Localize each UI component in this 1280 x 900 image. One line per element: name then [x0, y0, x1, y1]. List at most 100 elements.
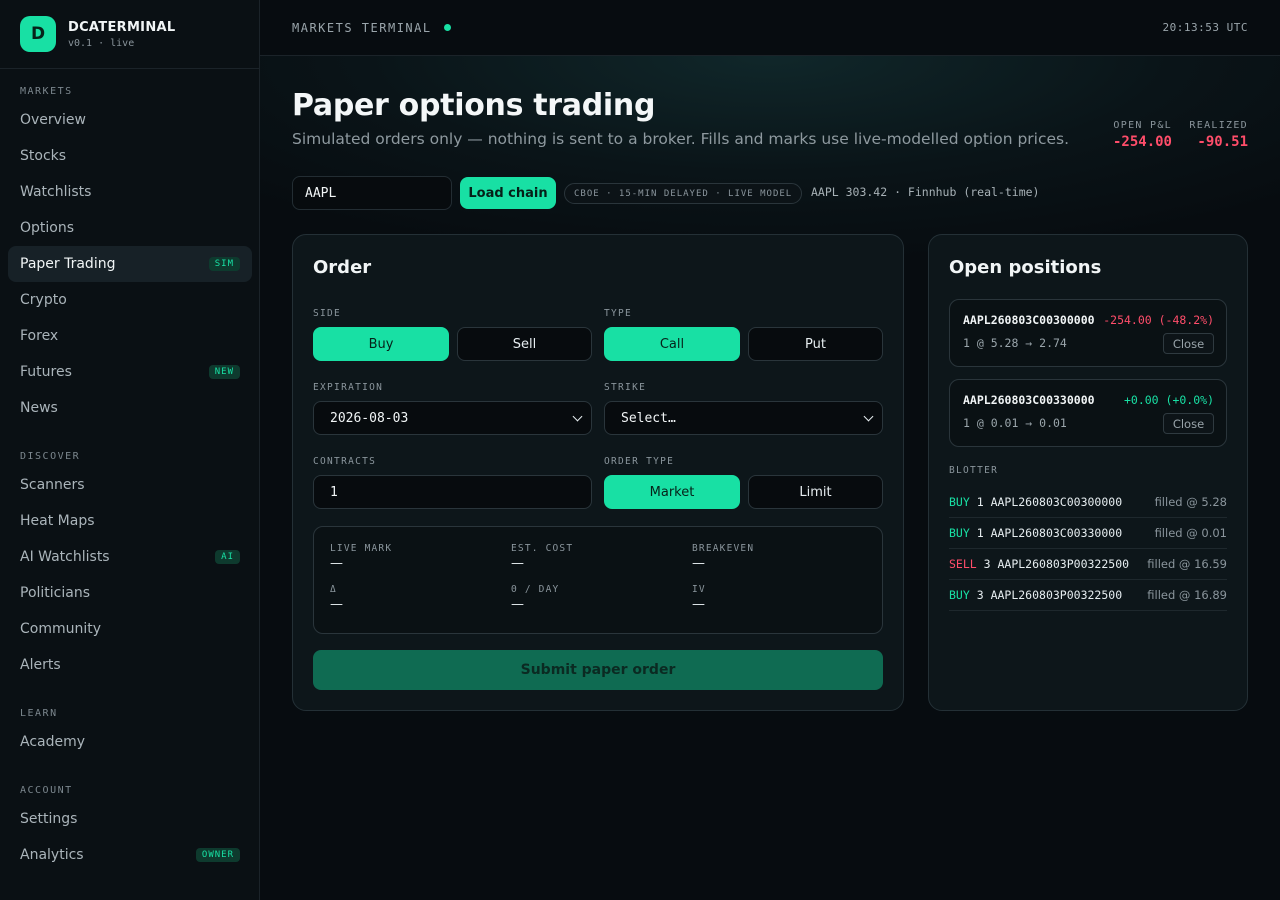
sidebar-item-forex[interactable]: Forex: [8, 318, 252, 354]
new-badge: NEW: [208, 365, 240, 379]
order-panel: Order SIDE Buy Sell TYPE Call Put EXPIRA…: [292, 234, 904, 711]
side-sell-button[interactable]: Sell: [457, 327, 592, 361]
position-symbol: AAPL260803C00330000: [963, 393, 1095, 407]
order-stats: LIVE MARK — EST. COST — BREAKEVEN — Δ — …: [313, 526, 883, 634]
sidebar-item-alerts[interactable]: Alerts: [8, 647, 252, 683]
position-fill: 1 @ 5.28 → 2.74: [963, 336, 1067, 350]
stat-est-cost: EST. COST —: [511, 543, 574, 571]
expiration-value: 2026-08-03: [330, 410, 409, 426]
sidebar-item-watchlists[interactable]: Watchlists: [8, 174, 252, 210]
type-label: TYPE: [604, 308, 633, 319]
blotter-row: BUY 1 AAPL260803C00330000 filled @ 0.01: [949, 518, 1227, 549]
blotter-side: BUY: [949, 495, 970, 509]
underlying-quote: AAPL 303.42 · Finnhub (real-time): [811, 185, 1040, 199]
nav-label: LEARN: [20, 708, 58, 719]
blotter-row: BUY 1 AAPL260803C00300000 filled @ 5.28: [949, 487, 1227, 518]
side-buy-button[interactable]: Buy: [313, 327, 449, 361]
blotter-fill: filled @ 0.01: [1154, 526, 1227, 540]
clock: 20:13:53 UTC: [1162, 21, 1248, 34]
brand-name: DCATERMINAL: [68, 19, 176, 35]
nav-section-discover: DISCOVER Scanners Heat Maps AI Watchlist…: [0, 447, 260, 683]
position-pnl: -254.00 (-48.2%): [1103, 313, 1214, 327]
position-card: AAPL260803C00330000 +0.00 (+0.0%) 1 @ 0.…: [949, 379, 1227, 447]
live-indicator-icon: [443, 24, 451, 31]
contracts-input[interactable]: 1: [313, 475, 592, 509]
open-pnl-value: -254.00: [1112, 134, 1172, 150]
sidebar-item-paper-trading[interactable]: Paper Trading SIM: [8, 246, 252, 282]
sidebar-item-overview[interactable]: Overview: [8, 102, 252, 138]
sidebar-item-politicians[interactable]: Politicians: [8, 575, 252, 611]
blotter-row: SELL 3 AAPL260803P00322500 filled @ 16.5…: [949, 549, 1227, 580]
order-type-label: ORDER TYPE: [604, 456, 675, 467]
sidebar-item-news[interactable]: News: [8, 390, 252, 426]
blotter-text: 3 AAPL260803P00322500: [983, 557, 1130, 571]
sidebar-item-scanners[interactable]: Scanners: [8, 467, 252, 503]
nav-label: MARKETS: [20, 86, 73, 97]
sidebar-item-options[interactable]: Options: [8, 210, 252, 246]
topbar-title: MARKETS TERMINAL: [292, 20, 432, 35]
strike-value: Select…: [621, 410, 676, 426]
realized-pnl: REALIZED -90.51: [1189, 120, 1248, 150]
positions-title: Open positions: [949, 257, 1102, 278]
sidebar-item-settings[interactable]: Settings: [8, 801, 252, 837]
sidebar-item-heat-maps[interactable]: Heat Maps: [8, 503, 252, 539]
sidebar-item-analytics[interactable]: Analytics OWNER: [8, 837, 252, 873]
logo: D: [20, 16, 56, 52]
positions-panel: Open positions AAPL260803C00300000 -254.…: [928, 234, 1248, 711]
blotter-fill: filled @ 16.59: [1147, 557, 1227, 571]
expiration-label: EXPIRATION: [313, 382, 384, 393]
blotter-side: BUY: [949, 588, 970, 602]
ai-badge: AI: [215, 550, 240, 564]
blotter-side: SELL: [949, 557, 977, 571]
nav-label: ACCOUNT: [20, 785, 73, 796]
nav-section-markets: MARKETS Overview Stocks Watchlists Optio…: [0, 82, 260, 426]
blotter-fill: filled @ 5.28: [1154, 495, 1227, 509]
blotter-side: BUY: [949, 526, 970, 540]
sidebar: D DCATERMINAL v0.1 · live MARKETS Overvi…: [0, 0, 260, 900]
nav-section-learn: LEARN Academy: [0, 704, 260, 760]
type-put-button[interactable]: Put: [748, 327, 883, 361]
order-type-market-button[interactable]: Market: [604, 475, 740, 509]
sidebar-item-academy[interactable]: Academy: [8, 724, 252, 760]
strike-select[interactable]: Select…: [604, 401, 883, 435]
close-position-button[interactable]: Close: [1163, 413, 1214, 434]
strike-label: STRIKE: [604, 382, 647, 393]
brand-version: v0.1 · live: [68, 37, 135, 49]
page-title: Paper options trading: [292, 88, 656, 123]
open-pnl: OPEN P&L -254.00: [1113, 120, 1172, 150]
order-type-limit-button[interactable]: Limit: [748, 475, 883, 509]
feed-status-badge: CBOE · 15-MIN DELAYED · LIVE MODEL: [564, 183, 803, 204]
blotter-label: BLOTTER: [949, 465, 999, 476]
brand[interactable]: D DCATERMINAL v0.1 · live: [0, 0, 259, 69]
blotter-row: BUY 3 AAPL260803P00322500 filled @ 16.89: [949, 580, 1227, 611]
nav-label: DISCOVER: [20, 451, 81, 462]
position-card: AAPL260803C00300000 -254.00 (-48.2%) 1 @…: [949, 299, 1227, 367]
type-call-button[interactable]: Call: [604, 327, 740, 361]
ticker-input[interactable]: [292, 176, 452, 210]
sidebar-item-stocks[interactable]: Stocks: [8, 138, 252, 174]
sidebar-item-futures[interactable]: Futures NEW: [8, 354, 252, 390]
open-pnl-label: OPEN P&L: [1113, 120, 1172, 131]
expiration-select[interactable]: 2026-08-03: [313, 401, 592, 435]
blotter-text: 3 AAPL260803P00322500: [976, 588, 1123, 602]
stat-theta: Θ / DAY —: [511, 584, 560, 612]
position-symbol: AAPL260803C00300000: [963, 313, 1095, 327]
sidebar-item-community[interactable]: Community: [8, 611, 252, 647]
load-chain-button[interactable]: Load chain: [460, 177, 556, 209]
stat-live-mark: LIVE MARK —: [330, 543, 393, 571]
chevron-down-icon: [572, 411, 583, 421]
sidebar-item-ai-watchlists[interactable]: AI Watchlists AI: [8, 539, 252, 575]
main-content: Paper options trading Simulated orders o…: [260, 56, 1280, 900]
sidebar-item-crypto[interactable]: Crypto: [8, 282, 252, 318]
order-title: Order: [313, 257, 372, 278]
sim-badge: SIM: [208, 257, 240, 271]
submit-order-button[interactable]: Submit paper order: [313, 650, 883, 690]
blotter-fill: filled @ 16.89: [1147, 588, 1227, 602]
nav-section-account: ACCOUNT Settings Analytics OWNER: [0, 781, 260, 873]
contracts-label: CONTRACTS: [313, 456, 377, 467]
contracts-value: 1: [330, 484, 338, 500]
close-position-button[interactable]: Close: [1163, 333, 1214, 354]
position-pnl: +0.00 (+0.0%): [1123, 393, 1214, 407]
topbar: MARKETS TERMINAL 20:13:53 UTC: [260, 0, 1280, 56]
page-subtitle: Simulated orders only — nothing is sent …: [292, 130, 1070, 148]
